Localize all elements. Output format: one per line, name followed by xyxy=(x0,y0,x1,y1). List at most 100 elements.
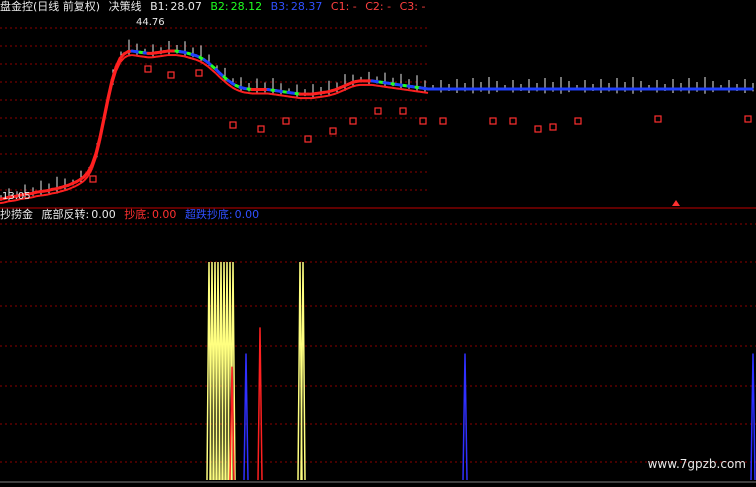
signal-marker xyxy=(349,117,357,125)
signal-marker xyxy=(257,125,265,133)
trend-line-segment xyxy=(395,87,401,90)
reversal-value: 0.00 xyxy=(91,208,116,221)
trend-line-segment xyxy=(419,90,425,94)
trend-line-segment xyxy=(143,55,149,59)
trend-line-segment xyxy=(0,201,5,205)
trend-line-segment xyxy=(371,83,377,87)
indicator-name: 决策线 xyxy=(108,0,142,13)
signal-marker xyxy=(89,175,97,183)
trend-line-segment xyxy=(59,189,65,193)
trend-line-segment xyxy=(55,190,61,194)
trend-line-segment xyxy=(331,92,337,96)
trend-line-segment xyxy=(195,58,201,63)
ultra-label: 超跌抄底: xyxy=(184,208,233,221)
b3-value: 28.37 xyxy=(290,0,323,13)
trend-line-segment xyxy=(271,93,277,96)
bottom-panel-header: 抄捞金 底部反转: 0.00 抄底: 0.00 超跌抄底: 0.00 xyxy=(0,208,264,222)
trend-line-segment xyxy=(403,88,409,92)
trend-line-segment xyxy=(247,91,253,95)
chart-canvas xyxy=(0,27,756,483)
trend-line-segment xyxy=(175,54,181,57)
trend-line-segment xyxy=(387,86,393,89)
b1-value: 28.07 xyxy=(170,0,202,13)
trend-line-segment xyxy=(199,60,205,65)
trend-line-segment xyxy=(295,96,301,100)
watermark: www.7gpzb.com xyxy=(647,457,746,471)
trend-line-segment xyxy=(283,94,289,98)
trend-line-segment xyxy=(71,185,77,189)
trend-line-segment xyxy=(159,54,165,58)
trend-line-segment xyxy=(379,85,385,88)
trend-line-segment xyxy=(275,93,281,97)
trend-line-segment xyxy=(411,89,417,93)
indicator-spike xyxy=(462,353,468,481)
trend-line-segment xyxy=(231,86,237,91)
trend-line-segment xyxy=(239,90,245,94)
trend-line-segment xyxy=(47,192,53,196)
indicator-spike xyxy=(750,353,756,481)
trend-line-segment xyxy=(31,195,37,199)
signal-marker xyxy=(654,115,662,123)
c3-label: C3: - xyxy=(399,0,426,13)
signal-marker xyxy=(167,71,175,79)
ultra-value: 0.00 xyxy=(234,208,260,221)
top-panel-header: 盘金控(日线 前复权) 决策线 B1: 28.07 B2: 28.12 B3: 28.… xyxy=(0,0,430,14)
trend-line-segment xyxy=(319,95,325,98)
trend-line-segment xyxy=(203,62,209,68)
b3-label: B3: xyxy=(270,0,289,13)
b2-label: B2: xyxy=(210,0,229,13)
indicator-spike xyxy=(300,261,306,481)
trend-line-segment xyxy=(179,54,185,58)
trend-line-segment xyxy=(39,194,45,197)
trend-line-segment xyxy=(163,54,169,57)
trend-line-segment xyxy=(351,84,357,88)
signal-marker xyxy=(439,117,447,125)
signal-marker xyxy=(229,121,237,129)
trend-line-segment xyxy=(139,55,145,58)
trend-line-segment xyxy=(327,93,333,97)
c1-label: C1: - xyxy=(330,0,357,13)
trend-line-segment xyxy=(183,55,189,59)
b1-label: B1: xyxy=(150,0,169,13)
reversal-label: 底部反转: xyxy=(41,208,90,221)
signal-marker xyxy=(329,127,337,135)
signal-marker xyxy=(374,107,382,115)
indicator-name-bottom: 抄捞金 xyxy=(0,208,33,221)
trend-line-segment xyxy=(243,91,249,94)
c2-label: C2: - xyxy=(365,0,392,13)
trend-line-segment xyxy=(355,83,361,87)
stock-title: 盘金控(日线 前复权) xyxy=(0,0,101,13)
signal-marker xyxy=(534,125,542,133)
trend-line-segment xyxy=(235,88,241,93)
trend-line-segment xyxy=(287,95,293,98)
trend-line-segment xyxy=(267,92,273,96)
trend-line-segment xyxy=(339,89,345,93)
signal-marker xyxy=(509,117,517,125)
trend-line-segment xyxy=(155,55,161,58)
indicator-spike xyxy=(257,327,263,481)
trend-line-segment xyxy=(227,83,233,89)
trend-line-segment xyxy=(279,94,285,97)
trend-line-segment xyxy=(423,91,429,94)
trend-line-segment xyxy=(407,89,413,92)
trend-line-segment xyxy=(35,194,41,198)
trend-line-segment xyxy=(63,188,69,192)
signal-marker xyxy=(549,123,557,131)
trend-line-segment xyxy=(311,96,317,100)
bottom-value: 0.00 xyxy=(151,208,177,221)
signal-marker xyxy=(144,65,152,73)
trend-line-segment xyxy=(383,85,389,89)
signal-marker xyxy=(399,107,407,115)
trend-line-segment xyxy=(347,85,353,90)
signal-marker xyxy=(574,117,582,125)
signal-marker xyxy=(419,117,427,125)
high-price-label: 44.76 xyxy=(136,17,165,28)
b2-value: 28.12 xyxy=(230,0,263,13)
trend-line-segment xyxy=(43,193,49,197)
trend-line-segment xyxy=(375,84,381,88)
signal-marker xyxy=(489,117,497,125)
indicator-spike xyxy=(243,353,249,481)
trend-line-segment xyxy=(187,56,193,60)
trend-line-segment xyxy=(291,95,297,99)
trend-line-segment xyxy=(67,186,73,191)
